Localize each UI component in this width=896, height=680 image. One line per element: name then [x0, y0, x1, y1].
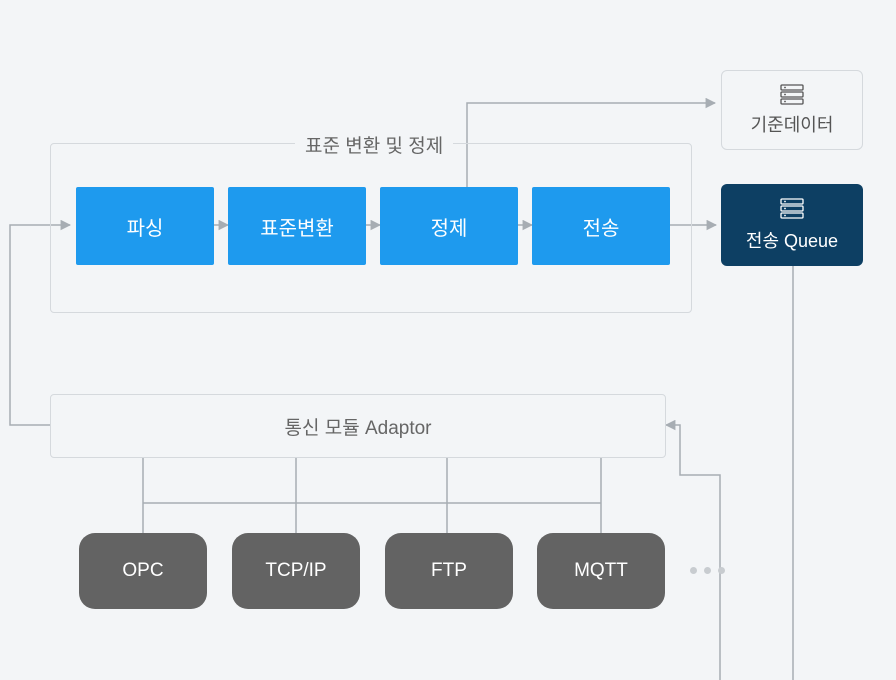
stage-send: 전송: [532, 187, 670, 265]
protocol-tcpip: TCP/IP: [232, 533, 360, 609]
node-reference-data: 기준데이터: [721, 70, 863, 150]
node-transfer-queue-label: 전송 Queue: [746, 227, 838, 253]
stage-std: 표준변환: [228, 187, 366, 265]
protocol-opc: OPC: [79, 533, 207, 609]
server-icon: [777, 197, 807, 221]
more-icon: [690, 567, 725, 574]
protocol-ftp: FTP: [385, 533, 513, 609]
server-icon: [777, 83, 807, 107]
node-reference-data-label: 기준데이터: [751, 111, 834, 137]
group-adaptor-title: 통신 모듈 Adaptor: [284, 413, 431, 440]
stage-clean: 정제: [380, 187, 518, 265]
group-adaptor: 통신 모듈 Adaptor: [50, 394, 666, 458]
protocol-mqtt: MQTT: [537, 533, 665, 609]
node-transfer-queue: 전송 Queue: [721, 184, 863, 266]
group-std-transform-title: 표준 변환 및 정제: [295, 131, 453, 158]
stage-parse: 파싱: [76, 187, 214, 265]
